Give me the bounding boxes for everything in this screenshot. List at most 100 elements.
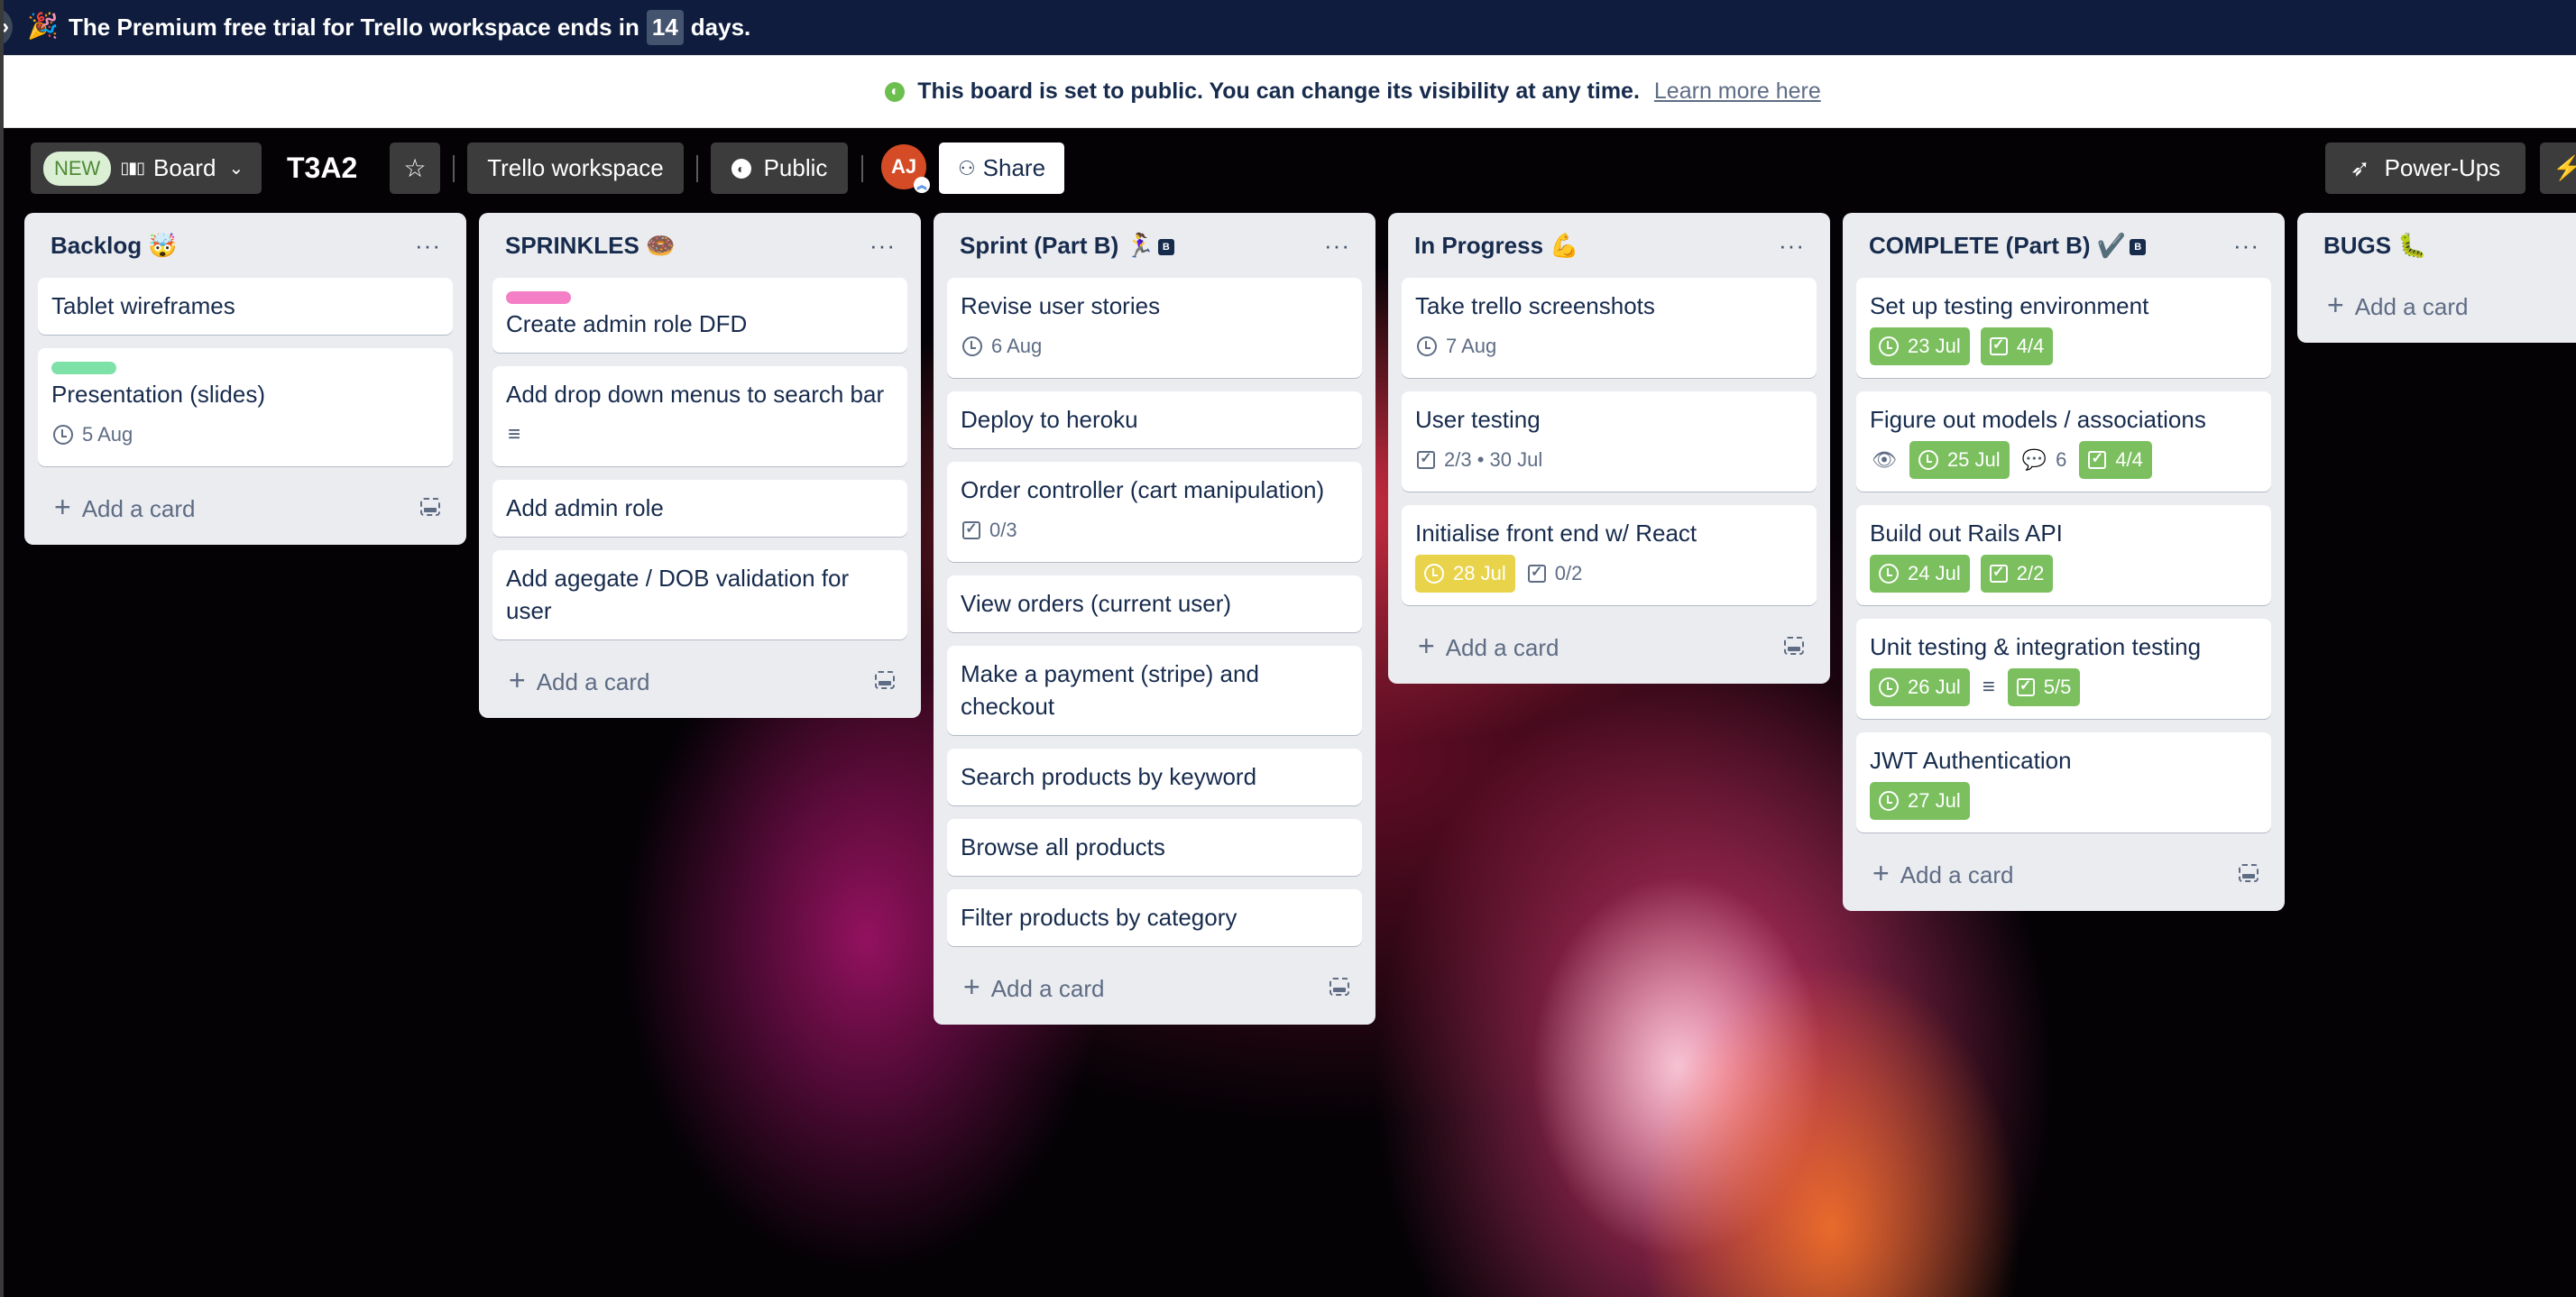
list-actions-icon[interactable]: ···: [1324, 232, 1350, 260]
add-card-row: + Add a card: [1402, 619, 1817, 673]
member-avatar[interactable]: AJ ︽: [881, 144, 930, 193]
card[interactable]: Initialise front end w/ React 28 Jul ✓ 0/2: [1402, 505, 1817, 605]
add-card-button[interactable]: + Add a card: [1872, 857, 2013, 890]
trial-banner: › 🎉 The Premium free trial for Trello wo…: [0, 0, 2576, 55]
card-badges: 23 Jul ✓ 4/4: [1870, 327, 2258, 365]
list-actions-icon[interactable]: ···: [415, 232, 441, 260]
card-badges: ✓ 2/3 • 30 Jul: [1415, 441, 1803, 479]
checklist-badge: ✓ 4/4: [1980, 327, 2054, 365]
add-card-label: Add a card: [1445, 633, 1559, 661]
due-date-badge-text: 25 Jul: [1946, 448, 2001, 471]
card-label[interactable]: [506, 291, 571, 304]
card-badges: 26 Jul ≡ ✓ 5/5: [1870, 668, 2258, 706]
list: In Progress 💪 ··· Take trello screenshots 7…: [1388, 213, 1830, 684]
list-title[interactable]: In Progress 💪: [1414, 232, 1579, 260]
due-date-badge[interactable]: 6 Aug: [961, 327, 1044, 365]
card[interactable]: User testing ✓ 2/3 • 30 Jul: [1402, 391, 1817, 492]
card[interactable]: Search products by keyword: [947, 749, 1362, 805]
create-from-template-icon[interactable]: [420, 498, 440, 516]
automation-button[interactable]: ⚡: [2540, 143, 2576, 194]
add-card-button[interactable]: + Add a card: [54, 491, 195, 524]
trial-days-count: 14: [646, 10, 684, 45]
card[interactable]: Make a payment (stripe) and checkout: [947, 646, 1362, 735]
due-date-badge[interactable]: 23 Jul: [1870, 327, 1970, 365]
description-icon: ≡: [1982, 675, 1995, 699]
checklist-icon: ✓: [1989, 565, 2008, 583]
power-ups-button[interactable]: ➶ Power-Ups: [2325, 143, 2525, 194]
add-card-button[interactable]: + Add a card: [2327, 289, 2468, 322]
board-title[interactable]: T3A2: [287, 143, 357, 194]
card-label[interactable]: [51, 362, 116, 374]
card-title: Filter products by category: [961, 904, 1237, 931]
checklist-badge: ✓ 0/3: [961, 511, 1019, 549]
card[interactable]: Take trello screenshots 7 Aug: [1402, 278, 1817, 378]
card[interactable]: Create admin role DFD: [492, 278, 907, 353]
list-title[interactable]: Sprint (Part B) 🏃‍♀️ B: [960, 232, 1174, 260]
due-date-badge[interactable]: 28 Jul: [1415, 555, 1515, 593]
add-card-button[interactable]: + Add a card: [1418, 630, 1559, 663]
due-date-badge[interactable]: 7 Aug: [1415, 327, 1498, 365]
card[interactable]: Add drop down menus to search bar ≡: [492, 366, 907, 466]
create-from-template-icon[interactable]: [1784, 637, 1804, 655]
card[interactable]: Add agegate / DOB validation for user: [492, 550, 907, 639]
create-from-template-icon[interactable]: [875, 671, 895, 689]
list: SPRINKLES 🍩 ··· Create admin role DFD Add d…: [479, 213, 921, 718]
card[interactable]: Add admin role: [492, 480, 907, 537]
divider: [453, 155, 455, 182]
card[interactable]: Deploy to heroku: [947, 391, 1362, 448]
list-title[interactable]: SPRINKLES 🍩: [505, 232, 675, 260]
due-date-badge[interactable]: 26 Jul: [1870, 668, 1970, 706]
due-date-badge[interactable]: 25 Jul: [1909, 441, 2010, 479]
card[interactable]: Order controller (cart manipulation) ✓ 0/3: [947, 462, 1362, 562]
list-actions-icon[interactable]: ···: [1779, 232, 1805, 260]
list-actions-icon[interactable]: ···: [869, 232, 896, 260]
visibility-button[interactable]: ◐ Public: [711, 143, 848, 194]
globe-icon: ◐: [885, 81, 906, 102]
star-board-button[interactable]: ☆: [390, 143, 440, 194]
learn-more-link[interactable]: Learn more here: [1654, 78, 1821, 105]
due-date-badge[interactable]: 27 Jul: [1870, 782, 1970, 820]
admin-chevrons-icon: ︽: [914, 177, 930, 193]
due-date-badge[interactable]: 24 Jul: [1870, 555, 1970, 593]
clock-icon: [1879, 791, 1899, 811]
add-card-row: + Add a card: [2311, 278, 2576, 332]
card[interactable]: Presentation (slides) 5 Aug: [38, 348, 453, 466]
list-title[interactable]: Backlog 🤯: [51, 232, 178, 260]
list-title[interactable]: BUGS 🐛: [2323, 232, 2427, 260]
list: Sprint (Part B) 🏃‍♀️ B ··· Revise user stor…: [934, 213, 1375, 1025]
list-header: Backlog 🤯 ···: [38, 213, 453, 278]
card-title: Build out Rails API: [1870, 520, 2063, 547]
card[interactable]: JWT Authentication 27 Jul: [1856, 732, 2271, 832]
share-button[interactable]: ⚇ Share: [939, 143, 1064, 194]
checklist-badge-text: 2/2: [2016, 562, 2045, 584]
workspace-button[interactable]: Trello workspace: [467, 143, 684, 194]
card[interactable]: Filter products by category: [947, 889, 1362, 946]
create-from-template-icon[interactable]: [1329, 978, 1349, 996]
lightning-icon: ⚡: [2553, 154, 2576, 181]
card[interactable]: Set up testing environment 23 Jul ✓ 4/4: [1856, 278, 2271, 378]
list-title[interactable]: COMPLETE (Part B) ✔️ B: [1869, 232, 2147, 260]
card[interactable]: Tablet wireframes: [38, 278, 453, 335]
create-from-template-icon[interactable]: [2239, 864, 2259, 882]
card-title: Add agegate / DOB validation for user: [506, 565, 850, 624]
card[interactable]: Browse all products: [947, 819, 1362, 876]
card[interactable]: Build out Rails API 24 Jul ✓ 2/2: [1856, 505, 2271, 605]
add-card-button[interactable]: + Add a card: [509, 664, 649, 697]
add-card-button[interactable]: + Add a card: [963, 970, 1104, 1004]
card[interactable]: Unit testing & integration testing 26 Jul…: [1856, 619, 2271, 719]
visibility-label: Public: [763, 154, 828, 181]
view-switcher-button[interactable]: NEW ▯▮▯ Board ⌄: [31, 143, 262, 194]
card-title: Figure out models / associations: [1870, 406, 2206, 433]
due-date-badge[interactable]: 5 Aug: [51, 416, 134, 454]
list-actions-icon[interactable]: ···: [2233, 232, 2259, 260]
comment-icon: 💬: [2021, 448, 2047, 471]
card-title: Create admin role DFD: [506, 310, 748, 337]
list-header: BUGS 🐛: [2311, 213, 2576, 278]
add-card-label: Add a card: [2354, 292, 2469, 320]
card[interactable]: View orders (current user): [947, 575, 1362, 632]
list-header: SPRINKLES 🍩 ···: [492, 213, 907, 278]
card[interactable]: Figure out models / associations 👁 25 Jul 💬…: [1856, 391, 2271, 492]
chevron-down-icon: ⌄: [228, 159, 244, 179]
card[interactable]: Revise user stories 6 Aug: [947, 278, 1362, 378]
add-card-row: + Add a card: [492, 653, 907, 707]
